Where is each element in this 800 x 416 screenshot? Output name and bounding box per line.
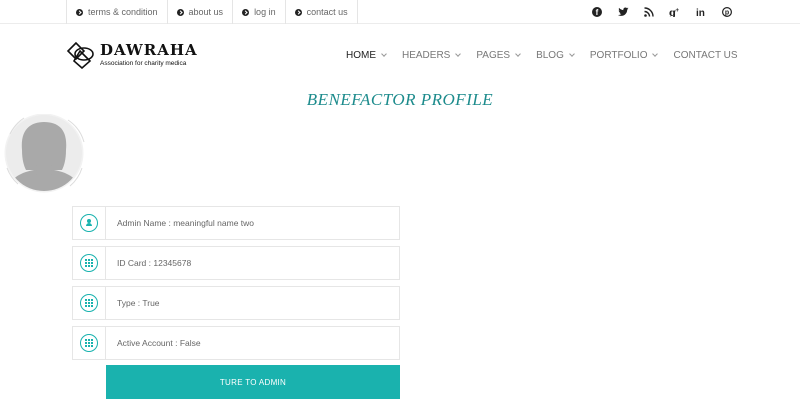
id-card-text: ID Card : 12345678 — [117, 258, 192, 268]
nav-item-label: BLOG — [536, 49, 564, 61]
facebook-icon[interactable]: f — [584, 0, 610, 24]
page-title: BENEFACTOR PROFILE — [306, 90, 494, 109]
svg-text:in: in — [696, 8, 705, 17]
avatar — [4, 114, 85, 193]
chevron-down-icon — [652, 50, 659, 57]
pinterest-icon[interactable]: p — [714, 0, 740, 24]
chevron-down-icon — [455, 50, 462, 57]
active-account-row: Active Account : False — [72, 326, 400, 360]
top-links: terms & condition about us log in contac… — [66, 0, 358, 24]
nav-item-headers[interactable]: HEADERS — [402, 49, 462, 61]
nav-item-label: CONTACT US — [673, 49, 738, 61]
main-nav: HOME HEADERS PAGES BLOG PORTFOLIO CONTAC… — [346, 44, 754, 66]
type-row: Type : True — [72, 286, 400, 320]
about-link-label: about us — [188, 7, 224, 17]
nav-item-contact[interactable]: CONTACT US — [673, 50, 737, 61]
nav-item-label: PAGES — [476, 49, 511, 61]
logo-subtitle: Association for charity medica — [100, 60, 187, 67]
svg-text:f: f — [596, 8, 599, 17]
nav-item-home[interactable]: HOME — [346, 49, 387, 61]
user-icon — [80, 214, 98, 232]
grid-icon — [80, 334, 98, 352]
chevron-down-icon — [569, 50, 575, 57]
terms-link[interactable]: terms & condition — [66, 0, 167, 24]
type-text: Type : True — [117, 298, 160, 308]
admin-name-row: Admin Name : meaningful name two — [72, 206, 400, 240]
about-link[interactable]: about us — [166, 0, 233, 24]
grid-icon — [80, 254, 98, 272]
nav-item-blog[interactable]: BLOG — [536, 49, 575, 61]
twitter-icon[interactable] — [610, 0, 636, 24]
contact-link[interactable]: contact us — [284, 0, 358, 24]
nav-item-label: HEADERS — [402, 49, 451, 61]
contact-link-label: contact us — [306, 7, 348, 17]
svg-text:p: p — [725, 10, 729, 17]
social-links: f g + in p — [584, 0, 740, 24]
rss-icon[interactable] — [636, 0, 662, 24]
google-plus-icon[interactable]: g + — [662, 0, 688, 24]
id-card-row: ID Card : 12345678 — [72, 246, 400, 280]
site-logo[interactable]: DAWRAHA Association for charity medica — [66, 40, 206, 72]
active-account-text: Active Account : False — [117, 338, 201, 348]
arrow-circle-icon — [176, 8, 184, 16]
nav-item-label: HOME — [346, 49, 376, 61]
linkedin-icon[interactable]: in — [688, 0, 714, 24]
admin-name-text: Admin Name : meaningful name two — [117, 218, 255, 228]
nav-item-portfolio[interactable]: PORTFOLIO — [589, 49, 659, 61]
logo-title: DAWRAHA — [100, 41, 198, 59]
nav-item-pages[interactable]: PAGES — [476, 49, 521, 61]
svg-text:+: + — [676, 8, 680, 14]
make-admin-button[interactable]: TURE TO ADMIN — [106, 365, 400, 399]
login-link-label: log in — [254, 7, 276, 17]
arrow-circle-icon — [242, 8, 250, 16]
top-bar: terms & condition about us log in contac… — [0, 0, 800, 24]
login-link[interactable]: log in — [232, 0, 285, 24]
chevron-down-icon — [515, 50, 521, 57]
nav-item-label: PORTFOLIO — [589, 49, 648, 61]
terms-link-label: terms & condition — [88, 7, 158, 17]
arrow-circle-icon — [76, 8, 83, 16]
grid-icon — [80, 294, 98, 312]
logo-mark-icon — [66, 41, 94, 69]
chevron-down-icon — [381, 50, 387, 57]
arrow-circle-icon — [294, 8, 302, 16]
